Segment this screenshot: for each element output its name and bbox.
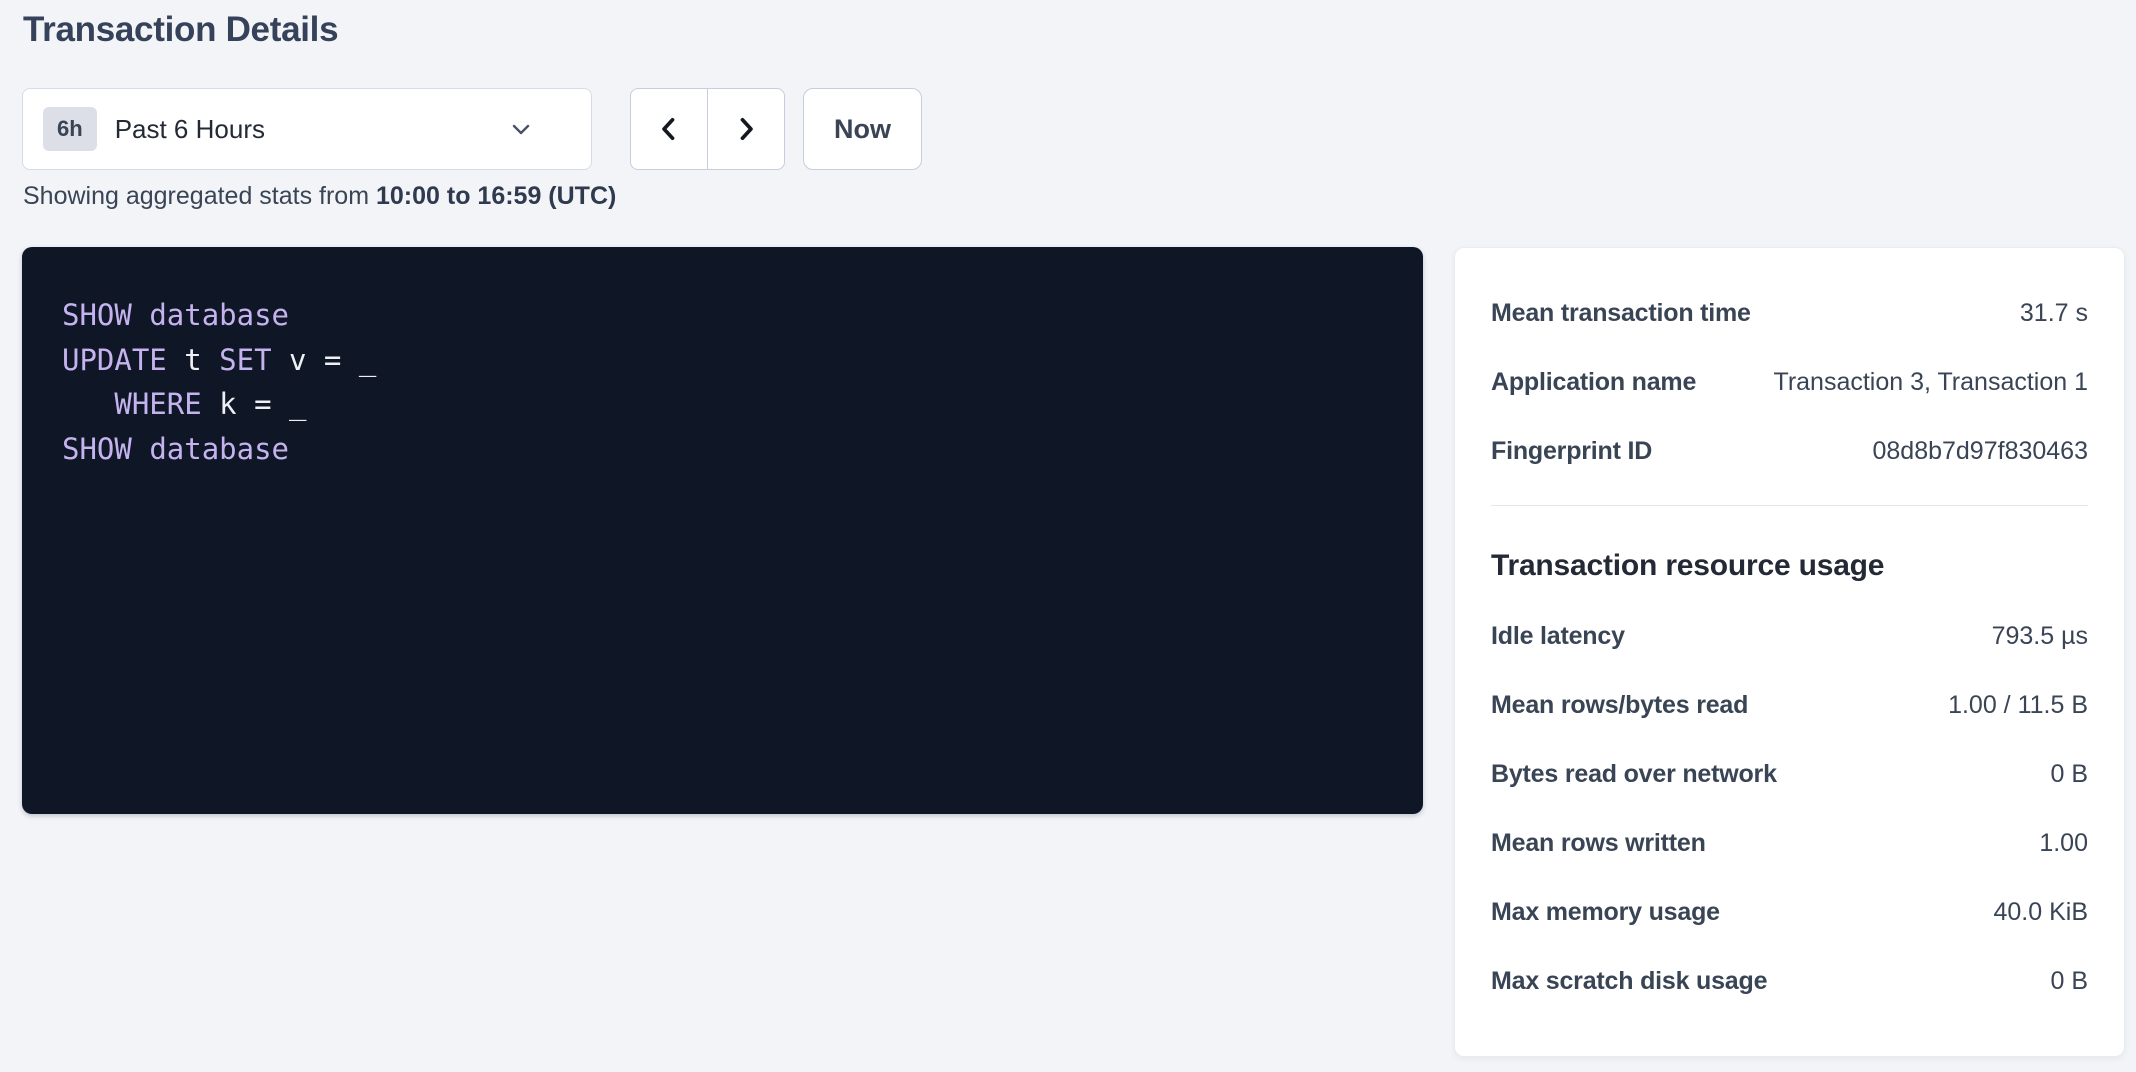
sql-line: UPDATE t SET v = _ <box>62 338 1383 383</box>
detail-value: 08d8b7d97f830463 <box>1872 436 2088 466</box>
sql-plain-token: t <box>167 343 219 377</box>
sql-keyword-token: UPDATE <box>62 343 167 377</box>
sql-line: SHOW database <box>62 293 1383 338</box>
transaction-details-card: Mean transaction time 31.7 s Application n… <box>1454 247 2125 1057</box>
resource-usage-heading: Transaction resource usage <box>1491 546 2088 586</box>
chevron-right-icon <box>729 112 763 146</box>
detail-label: Mean rows written <box>1491 828 1706 858</box>
sql-statement-text: SHOW databaseUPDATE t SET v = _ WHERE k … <box>62 293 1383 471</box>
sql-keyword-token: SET <box>219 343 271 377</box>
sql-plain-token: k = _ <box>202 387 307 421</box>
sql-keyword-token: database <box>149 298 289 332</box>
detail-value: 0 B <box>2050 759 2088 789</box>
sql-keyword-token: SHOW <box>62 432 132 466</box>
detail-value: 40.0 KiB <box>1993 897 2088 927</box>
sql-plain-token <box>62 387 114 421</box>
detail-row: Fingerprint ID 08d8b7d97f830463 <box>1491 436 2088 466</box>
detail-label: Mean rows/bytes read <box>1491 690 1748 720</box>
detail-label: Idle latency <box>1491 621 1625 651</box>
detail-row: Mean rows written 1.00 <box>1491 828 2088 858</box>
prev-range-button[interactable] <box>630 88 708 170</box>
detail-row: Mean rows/bytes read 1.00 / 11.5 B <box>1491 690 2088 720</box>
detail-label: Bytes read over network <box>1491 759 1777 789</box>
time-range-label: Past 6 Hours <box>115 114 265 145</box>
sql-plain-token: v = _ <box>272 343 377 377</box>
time-range-select[interactable]: 6h Past 6 Hours <box>22 88 592 170</box>
sql-line: SHOW database <box>62 427 1383 472</box>
overview-stats-section: Mean transaction time 31.7 s Application n… <box>1491 298 2088 466</box>
card-divider <box>1491 505 2088 506</box>
time-range-badge: 6h <box>43 107 97 151</box>
detail-label: Mean transaction time <box>1491 298 1751 328</box>
detail-label: Fingerprint ID <box>1491 436 1652 466</box>
sql-plain-token <box>132 432 149 466</box>
detail-label: Max scratch disk usage <box>1491 966 1767 996</box>
sql-line: WHERE k = _ <box>62 382 1383 427</box>
sql-plain-token <box>132 298 149 332</box>
detail-row: Bytes read over network 0 B <box>1491 759 2088 789</box>
aggregation-summary-prefix: Showing aggregated stats from <box>23 182 376 210</box>
time-range-nav-group <box>630 88 785 170</box>
aggregation-summary: Showing aggregated stats from 10:00 to 1… <box>23 182 616 211</box>
sql-keyword-token: database <box>149 432 289 466</box>
sql-keyword-token: WHERE <box>114 387 201 421</box>
now-button[interactable]: Now <box>803 88 922 170</box>
detail-value: Transaction 3, Transaction 1 <box>1773 367 2088 397</box>
detail-value: 31.7 s <box>2020 298 2088 328</box>
detail-value: 1.00 / 11.5 B <box>1948 690 2088 720</box>
resource-usage-section: Idle latency 793.5 µs Mean rows/bytes read… <box>1491 621 2088 996</box>
detail-row: Idle latency 793.5 µs <box>1491 621 2088 651</box>
sql-statement-box: SHOW databaseUPDATE t SET v = _ WHERE k … <box>22 247 1423 814</box>
detail-label: Max memory usage <box>1491 897 1720 927</box>
detail-row: Application name Transaction 3, Transacti… <box>1491 367 2088 397</box>
detail-label: Application name <box>1491 367 1696 397</box>
page-title: Transaction Details <box>23 10 338 50</box>
detail-row: Max scratch disk usage 0 B <box>1491 966 2088 996</box>
detail-row: Mean transaction time 31.7 s <box>1491 298 2088 328</box>
next-range-button[interactable] <box>707 88 785 170</box>
detail-value: 1.00 <box>2039 828 2088 858</box>
chevron-down-icon <box>509 117 533 141</box>
chevron-left-icon <box>652 112 686 146</box>
detail-row: Max memory usage 40.0 KiB <box>1491 897 2088 927</box>
detail-value: 793.5 µs <box>1992 621 2088 651</box>
sql-keyword-token: SHOW <box>62 298 132 332</box>
detail-value: 0 B <box>2050 966 2088 996</box>
aggregation-summary-range: 10:00 to 16:59 (UTC) <box>376 182 616 210</box>
